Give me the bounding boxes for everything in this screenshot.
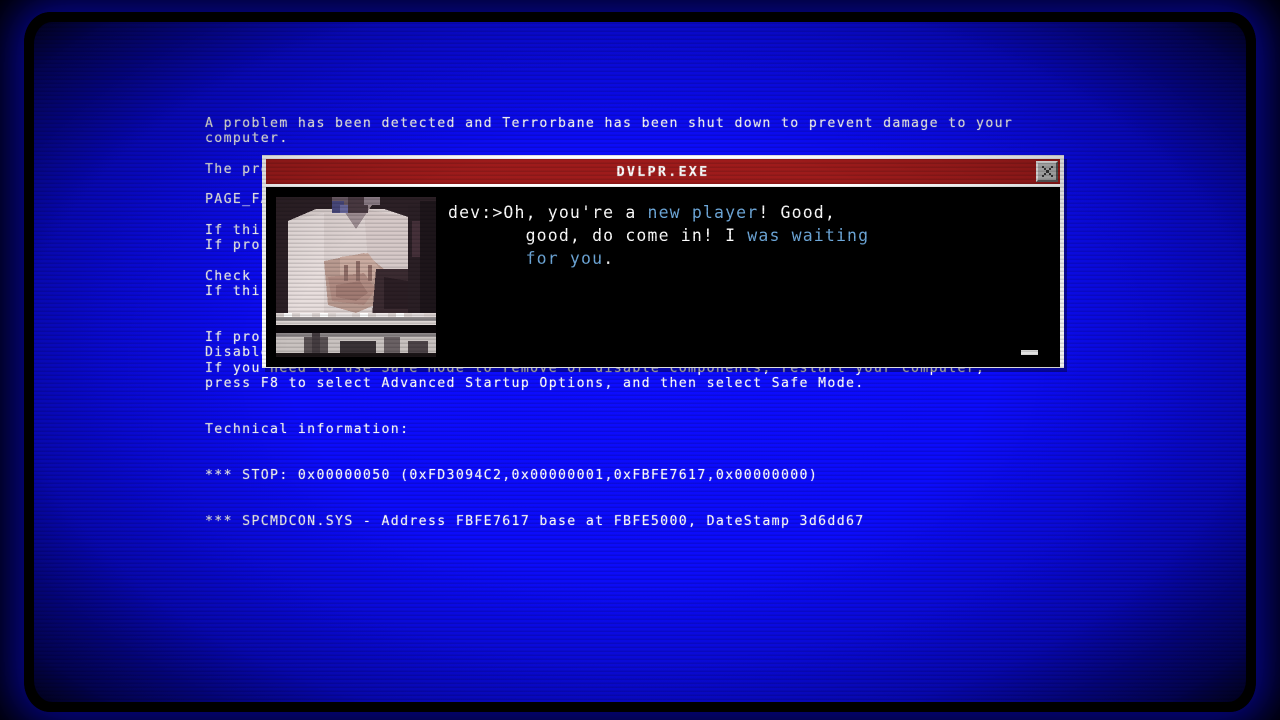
dvlpr-titlebar[interactable]: DVLPR.EXE — [266, 159, 1060, 184]
bsod-blank-line — [205, 437, 1105, 452]
bsod-line: Technical information: — [205, 421, 410, 437]
bsod-blank-line — [205, 453, 1105, 468]
dialog-text-segment: I — [725, 226, 737, 245]
dialog-text-highlight: new player — [647, 203, 759, 222]
continue-indicator[interactable] — [1021, 350, 1038, 355]
dvlpr-dialog-window[interactable]: DVLPR.EXE dev:>Oh, you're a new player! … — [262, 155, 1064, 368]
bsod-blank-line — [205, 498, 1105, 513]
dialog-text-highlight: for you — [525, 249, 604, 268]
bsod-line: press F8 to select Advanced Startup Opti… — [205, 376, 865, 392]
dialog-text-segment: . — [603, 249, 615, 268]
close-icon — [1041, 165, 1054, 178]
bsod-line: A problem has been detected and Terrorba… — [205, 116, 1014, 131]
bsod-blank-line — [205, 483, 1105, 498]
dialog-text-highlight: was waiting — [736, 226, 870, 245]
dvlpr-title-text: DVLPR.EXE — [616, 163, 710, 180]
crt-screen: A problem has been detected and Terrorba… — [24, 12, 1256, 712]
dialog-speaker-prompt: dev:> — [448, 203, 504, 222]
bsod-line: *** STOP: 0x00000050 (0xFD3094C2,0x00000… — [205, 467, 819, 483]
crt-monitor-frame: A problem has been detected and Terrorba… — [0, 0, 1280, 720]
bsod-line: computer. — [205, 131, 289, 147]
bsod-blank-line — [205, 391, 1105, 406]
dialog-text-segment — [448, 249, 526, 268]
dvlpr-dialog-body: dev:>Oh, you're a new player! Good, good… — [266, 187, 1060, 367]
developer-portrait — [276, 197, 436, 357]
bsod-line: *** SPCMDCON.SYS - Address FBFE7617 base… — [205, 513, 865, 529]
dvlpr-dialog-text: dev:>Oh, you're a new player! Good, good… — [436, 187, 1060, 367]
dialog-text-segment: Oh, you're a — [503, 203, 648, 222]
close-button[interactable] — [1036, 161, 1058, 182]
bsod-blank-line — [205, 407, 1105, 422]
